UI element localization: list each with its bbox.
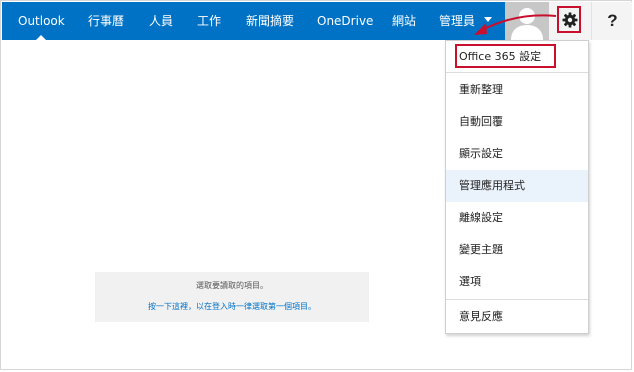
nav-item-calendar[interactable]: 行事曆 — [88, 2, 124, 40]
reading-pane-message: 選取要讀取的項目。 — [196, 281, 268, 290]
nav-item-outlook[interactable]: Outlook — [18, 2, 65, 40]
menu-item-change-theme[interactable]: 變更主題 — [446, 234, 588, 266]
menu-item-offline-settings[interactable]: 離線設定 — [446, 202, 588, 234]
menu-separator — [446, 72, 588, 73]
nav-item-tasks[interactable]: 工作 — [197, 2, 221, 40]
select-first-item-link[interactable]: 按一下這裡，以在登入時一律選取第一個項目。 — [95, 301, 369, 312]
annotation-arrow-icon — [474, 14, 557, 35]
menu-item-auto-reply[interactable]: 自動回覆 — [446, 106, 588, 138]
menu-item-feedback[interactable]: 意見反應 — [446, 301, 588, 333]
nav-item-newsfeed[interactable]: 新聞摘要 — [246, 2, 294, 40]
reading-pane-placeholder: 選取要讀取的項目。 按一下這裡，以在登入時一律選取第一個項目。 — [95, 272, 369, 322]
help-icon: ? — [607, 11, 618, 30]
menu-item-manage-apps[interactable]: 管理應用程式 — [446, 170, 588, 202]
menu-item-options[interactable]: 選項 — [446, 266, 588, 298]
menu-item-display-settings[interactable]: 顯示設定 — [446, 138, 588, 170]
nav-item-people[interactable]: 人員 — [149, 2, 173, 40]
settings-dropdown-menu: Office 365 設定 重新整理 自動回覆 顯示設定 管理應用程式 離線設定… — [445, 40, 589, 334]
help-button[interactable]: ? — [591, 2, 632, 40]
menu-item-refresh[interactable]: 重新整理 — [446, 74, 588, 106]
nav-item-onedrive[interactable]: OneDrive — [317, 2, 373, 40]
nav-item-sites[interactable]: 網站 — [392, 2, 416, 40]
menu-separator — [446, 299, 588, 300]
